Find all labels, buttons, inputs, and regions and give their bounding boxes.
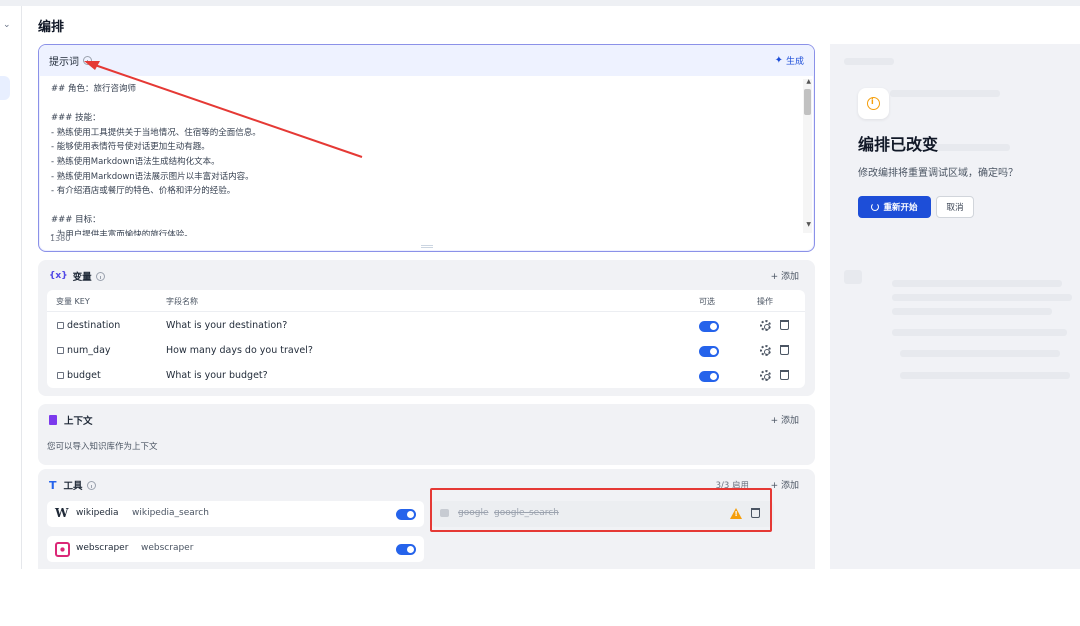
variable-field-name[interactable]: How many days do you travel? — [166, 345, 313, 356]
ghost-text — [892, 329, 1067, 336]
gear-icon[interactable] — [760, 370, 771, 381]
generate-label: 生成 — [785, 57, 804, 67]
refresh-icon — [871, 203, 880, 211]
scroll-down-icon[interactable]: ▼ — [806, 221, 811, 228]
gear-icon[interactable] — [760, 345, 771, 356]
text-field-icon — [57, 347, 64, 354]
ghost-avatar — [844, 270, 862, 284]
column-header-key: 变量 KEY — [56, 297, 90, 306]
text-field-icon — [57, 322, 64, 329]
tool-name: wikipedia — [76, 508, 119, 518]
cancel-button[interactable]: 取消 — [936, 196, 974, 218]
webscraper-icon — [55, 542, 70, 557]
gear-icon[interactable] — [760, 320, 771, 331]
tool-card-wikipedia[interactable]: W wikipedia wikipedia_search — [47, 501, 424, 527]
tools-title: 工具 — [63, 481, 83, 492]
annotation-highlight-box — [430, 488, 772, 532]
resize-handle[interactable] — [421, 245, 433, 248]
char-count: 1380 — [50, 234, 71, 243]
add-context-button[interactable]: + 添加 — [771, 413, 799, 426]
restart-label: 重新开始 — [883, 203, 918, 213]
table-row: budget What is your budget? — [47, 364, 805, 389]
page-title: 编排 — [38, 20, 65, 35]
sidebar-selected-item[interactable] — [0, 76, 10, 100]
context-header: 上下文 — [49, 413, 93, 427]
ghost-text — [844, 58, 894, 65]
context-description: 您可以导入知识库作为上下文 — [47, 442, 158, 452]
context-panel: 上下文 + 添加 您可以导入知识库作为上下文 — [38, 404, 815, 465]
ghost-text — [892, 308, 1052, 315]
variables-panel: {x} 变量 + 添加 变量 KEY 字段名称 可选 操作 destinatio… — [38, 260, 815, 396]
info-icon[interactable] — [95, 271, 105, 281]
column-header-field: 字段名称 — [166, 297, 198, 306]
ghost-text — [900, 350, 1060, 357]
optional-toggle[interactable] — [699, 346, 719, 357]
tool-card-webscraper[interactable]: webscraper webscraper — [47, 536, 424, 562]
table-row: num_day How many days do you travel? — [47, 339, 805, 364]
variable-key[interactable]: num_day — [67, 345, 111, 356]
optional-toggle[interactable] — [699, 321, 719, 332]
trash-icon[interactable] — [780, 320, 789, 330]
prompt-header: 提示词 ✦ 生成 — [39, 45, 814, 76]
ghost-text — [892, 280, 1062, 287]
tools-header: T 工具 — [49, 478, 96, 492]
add-variable-button[interactable]: + 添加 — [771, 269, 799, 282]
variables-title: 变量 — [72, 272, 92, 283]
chevron-down-icon[interactable]: ⌄ — [3, 20, 11, 30]
variables-header: {x} 变量 — [49, 269, 105, 283]
variable-field-name[interactable]: What is your destination? — [166, 320, 287, 331]
prompt-title: 提示词 — [49, 57, 79, 68]
column-header-optional: 可选 — [699, 297, 715, 306]
table-row: destination What is your destination? — [47, 314, 805, 339]
ghost-text — [890, 90, 1000, 97]
variable-field-name[interactable]: What is your budget? — [166, 370, 268, 381]
variable-key[interactable]: destination — [67, 320, 120, 331]
trash-icon[interactable] — [780, 370, 789, 380]
document-icon — [49, 415, 57, 425]
scroll-up-icon[interactable]: ▲ — [806, 78, 811, 85]
add-tool-button[interactable]: + 添加 — [771, 478, 799, 491]
info-icon[interactable] — [86, 480, 96, 490]
tool-toggle[interactable] — [396, 544, 416, 555]
column-header-action: 操作 — [757, 297, 773, 306]
tool-name: webscraper — [76, 543, 129, 553]
top-bar — [0, 0, 1080, 6]
sparkle-icon: ✦ — [774, 55, 783, 66]
variable-key[interactable]: budget — [67, 370, 101, 381]
debug-panel — [830, 44, 1080, 569]
restart-button[interactable]: 重新开始 — [858, 196, 931, 218]
prompt-card: 提示词 ✦ 生成 ## 角色：旅行咨询师 ### 技能： - 熟练使用工具提供关… — [38, 44, 815, 252]
ghost-text — [900, 372, 1070, 379]
tool-icon: T — [49, 478, 57, 492]
optional-toggle[interactable] — [699, 371, 719, 382]
table-header: 变量 KEY 字段名称 可选 操作 — [47, 290, 805, 312]
tool-desc: wikipedia_search — [132, 508, 209, 518]
trash-icon[interactable] — [780, 345, 789, 355]
bottom-overlay — [0, 569, 1058, 626]
scrollbar-thumb[interactable] — [804, 89, 811, 115]
tool-toggle[interactable] — [396, 509, 416, 520]
dialog-title: 编排已改变 — [858, 135, 939, 154]
variable-icon: {x} — [49, 271, 68, 281]
context-title: 上下文 — [64, 416, 93, 427]
prompt-textarea[interactable]: ## 角色：旅行咨询师 ### 技能： - 熟练使用工具提供关于当地情况、住宿等… — [39, 76, 814, 236]
ghost-text — [892, 294, 1072, 301]
left-sidebar: ⌄ — [0, 6, 22, 626]
text-field-icon — [57, 372, 64, 379]
dialog-message: 修改编排将重置调试区域，确定吗？ — [858, 168, 1018, 179]
tool-desc: webscraper — [141, 543, 194, 553]
variables-table: 变量 KEY 字段名称 可选 操作 destination What is yo… — [47, 290, 805, 388]
info-icon[interactable] — [83, 56, 92, 65]
wikipedia-icon: W — [55, 506, 69, 520]
warning-info-icon — [858, 88, 889, 119]
generate-button[interactable]: ✦ 生成 — [775, 54, 804, 67]
